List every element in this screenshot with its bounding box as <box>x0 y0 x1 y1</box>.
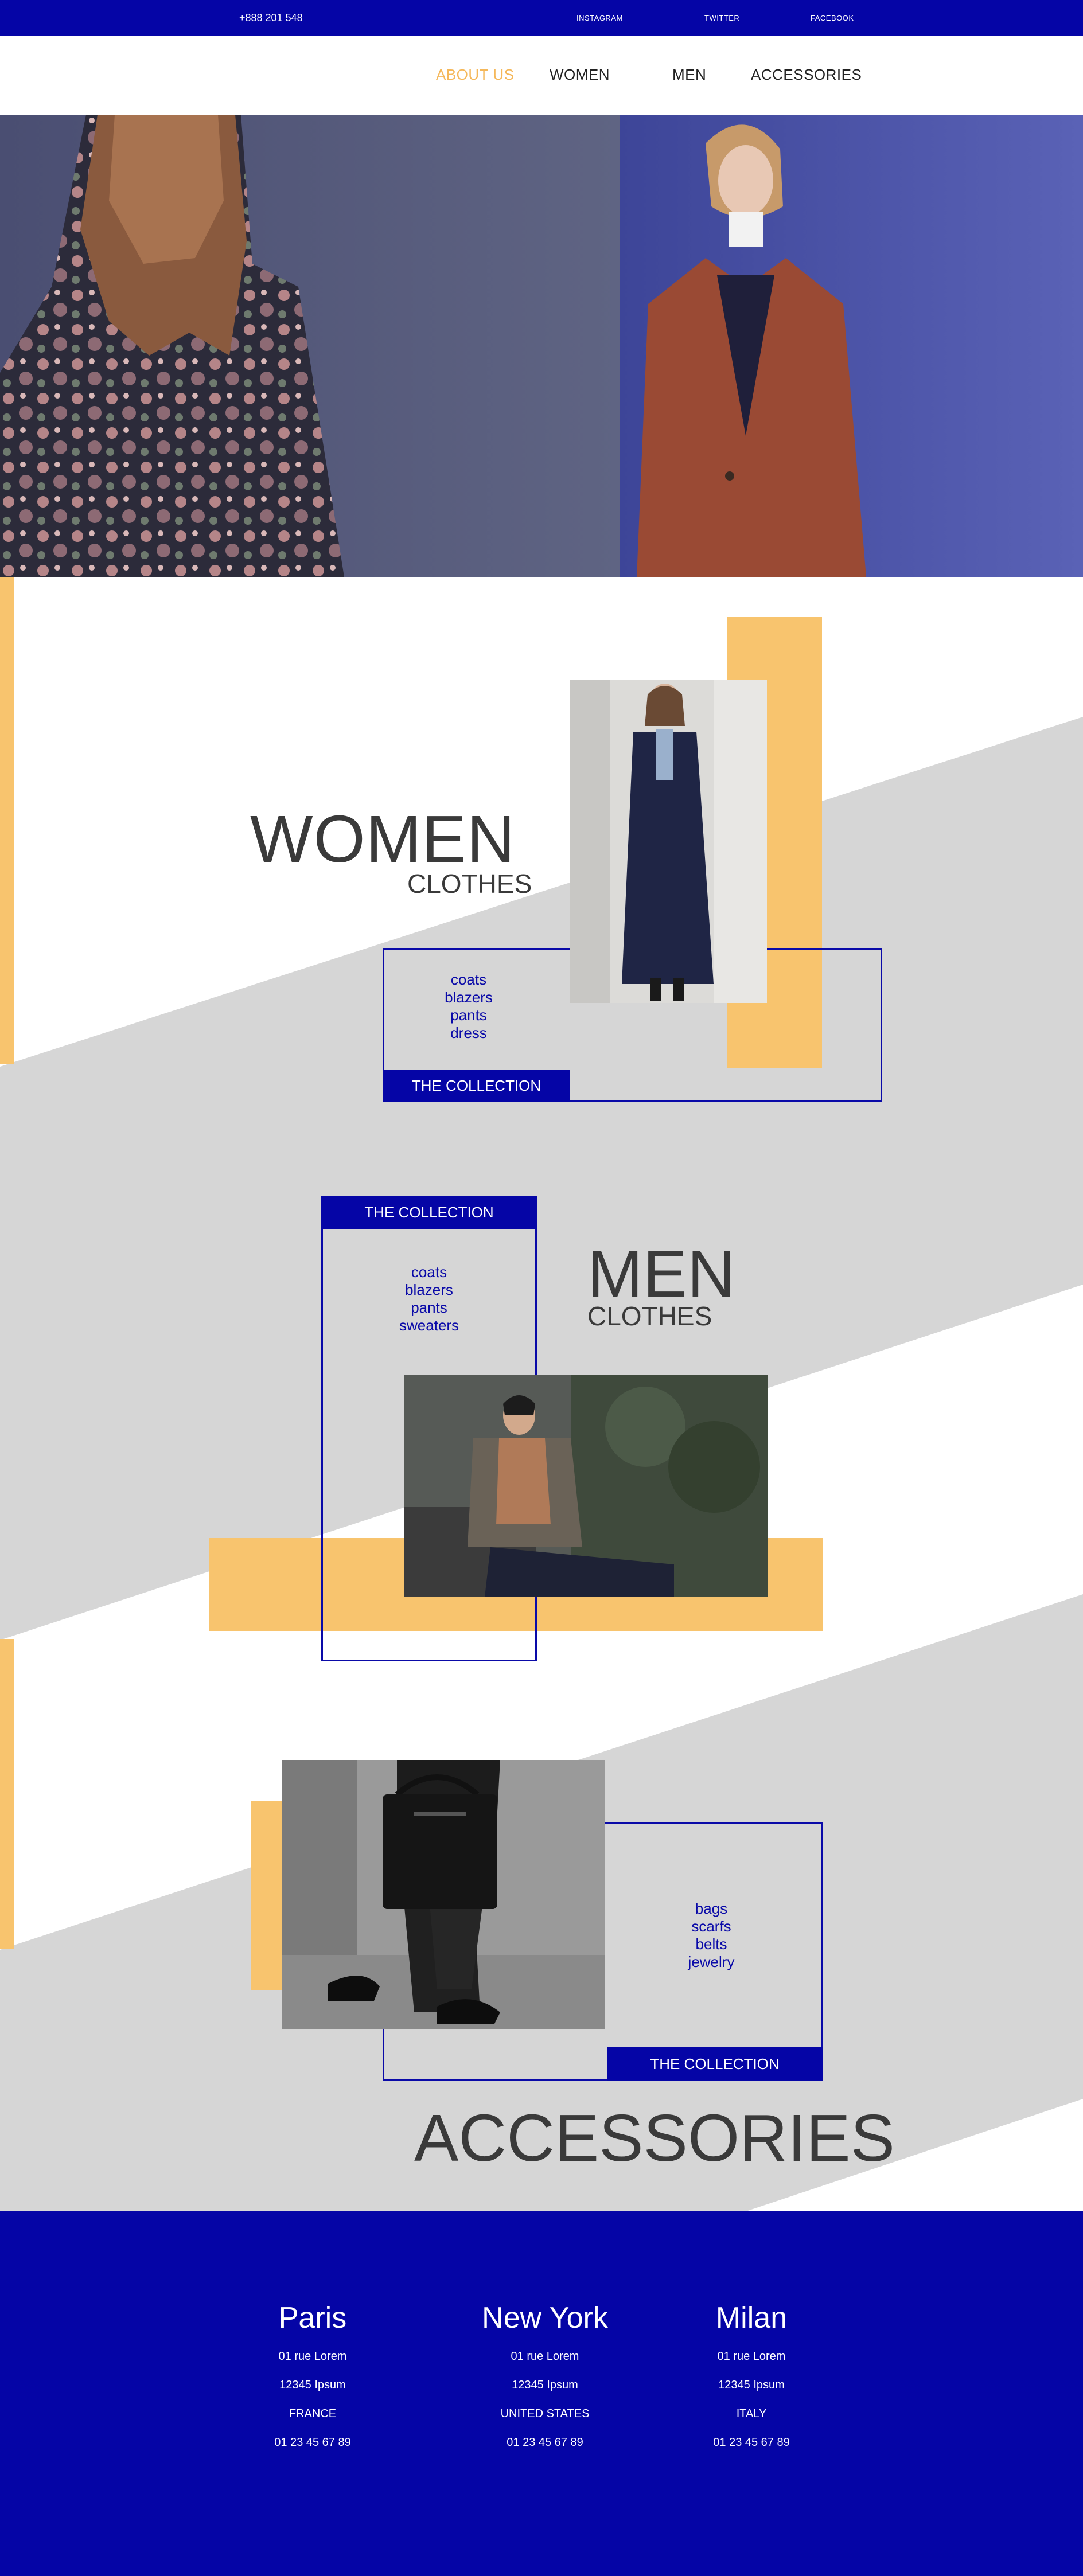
city-paris: Paris 01 rue Lorem 12345 Ipsum FRANCE 01… <box>204 2301 422 2457</box>
women-coat-photo <box>570 680 767 1003</box>
list-item[interactable]: pants <box>417 1006 520 1024</box>
nav-men[interactable]: MEN <box>672 66 706 84</box>
city-milan: Milan 01 rue Lorem 12345 Ipsum ITALY 01 … <box>642 2301 860 2457</box>
city-name: New York <box>482 2301 608 2335</box>
nav-women[interactable]: WOMEN <box>550 66 610 84</box>
list-item[interactable]: blazers <box>417 989 520 1006</box>
men-collection-button[interactable]: THE COLLECTION <box>321 1196 537 1229</box>
hero-photo <box>0 115 1083 577</box>
city-country: FRANCE <box>289 2407 337 2420</box>
city-name: Paris <box>278 2301 347 2335</box>
accessories-product-image <box>282 1760 605 2029</box>
men-subtitle: CLOTHES <box>587 1301 712 1331</box>
city-zip: 12345 Ipsum <box>512 2379 578 2391</box>
list-item[interactable]: coats <box>417 971 520 989</box>
city-phone: 01 23 45 67 89 <box>507 2436 583 2449</box>
city-country: ITALY <box>736 2407 767 2420</box>
list-item[interactable]: pants <box>376 1299 482 1317</box>
phone-number: +888 201 548 <box>239 12 303 24</box>
list-item[interactable]: bags <box>660 1900 763 1918</box>
instagram-link[interactable]: INSTAGRAM <box>576 0 623 36</box>
women-category-list: coats blazers pants dress <box>417 971 520 1042</box>
city-zip: 12345 Ipsum <box>279 2379 346 2391</box>
city-street: 01 rue Lorem <box>717 2350 786 2363</box>
facebook-link[interactable]: FACEBOOK <box>811 0 854 36</box>
city-street: 01 rue Lorem <box>511 2350 579 2363</box>
list-item[interactable]: sweaters <box>376 1317 482 1334</box>
city-name: Milan <box>715 2301 788 2335</box>
accessories-collection-button[interactable]: THE COLLECTION <box>607 2047 823 2081</box>
city-phone: 01 23 45 67 89 <box>713 2436 790 2449</box>
women-product-image <box>570 680 767 1003</box>
women-subtitle: CLOTHES <box>407 869 532 899</box>
top-bar: +888 201 548 INSTAGRAM TWITTER FACEBOOK <box>0 0 1083 36</box>
city-street: 01 rue Lorem <box>278 2350 347 2363</box>
women-title: WOMEN <box>250 802 516 876</box>
city-country: UNITED STATES <box>500 2407 590 2420</box>
list-item[interactable]: coats <box>376 1263 482 1281</box>
list-item[interactable]: blazers <box>376 1281 482 1299</box>
main-nav: ABOUT US WOMEN MEN ACCESSORIES <box>0 36 1083 115</box>
women-collection-button[interactable]: THE COLLECTION <box>383 1070 570 1102</box>
city-new-york: New York 01 rue Lorem 12345 Ipsum UNITED… <box>436 2301 654 2457</box>
accessories-title: ACCESSORIES <box>414 2101 895 2175</box>
men-product-image <box>404 1375 768 1597</box>
hero-image <box>0 115 1083 577</box>
men-jacket-photo <box>404 1375 768 1597</box>
nav-about-us[interactable]: ABOUT US <box>436 66 514 84</box>
list-item[interactable]: scarfs <box>660 1918 763 1935</box>
city-zip: 12345 Ipsum <box>718 2379 785 2391</box>
accessories-bag-photo <box>282 1760 605 2029</box>
men-title: MEN <box>587 1236 735 1311</box>
city-phone: 01 23 45 67 89 <box>274 2436 351 2449</box>
nav-accessories[interactable]: ACCESSORIES <box>751 66 862 84</box>
men-category-list: coats blazers pants sweaters <box>376 1263 482 1334</box>
list-item[interactable]: belts <box>660 1935 763 1953</box>
list-item[interactable]: jewelry <box>660 1953 763 1971</box>
accessories-category-list: bags scarfs belts jewelry <box>660 1900 763 1971</box>
list-item[interactable]: dress <box>417 1024 520 1042</box>
footer: Paris 01 rue Lorem 12345 Ipsum FRANCE 01… <box>0 2211 1083 2576</box>
twitter-link[interactable]: TWITTER <box>704 0 739 36</box>
